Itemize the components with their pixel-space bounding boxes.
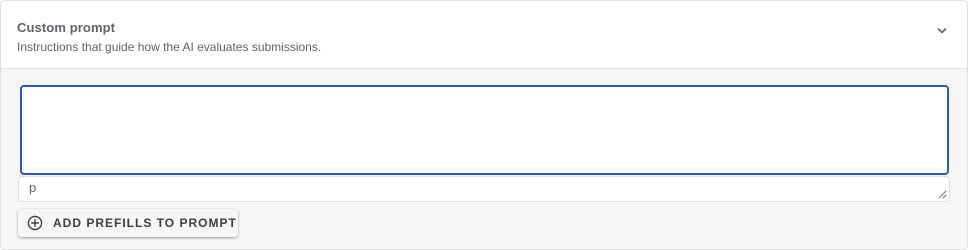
chevron-down-icon[interactable] <box>934 23 950 39</box>
element-path-label: p <box>29 180 37 195</box>
resize-handle-icon[interactable] <box>937 189 947 199</box>
panel-body: p ADD PREFILLS TO PROMPT <box>1 69 967 249</box>
add-prefills-label: ADD PREFILLS TO PROMPT <box>53 216 237 230</box>
editor-status-bar[interactable]: p <box>18 176 950 202</box>
custom-prompt-panel: Custom prompt Instructions that guide ho… <box>0 0 968 250</box>
panel-description: Instructions that guide how the AI evalu… <box>17 40 322 54</box>
add-prefills-button[interactable]: ADD PREFILLS TO PROMPT <box>18 209 238 237</box>
add-circle-icon <box>27 215 43 231</box>
panel-title: Custom prompt <box>17 20 116 35</box>
panel-header[interactable]: Custom prompt Instructions that guide ho… <box>1 1 967 69</box>
prompt-textarea[interactable] <box>20 85 949 175</box>
